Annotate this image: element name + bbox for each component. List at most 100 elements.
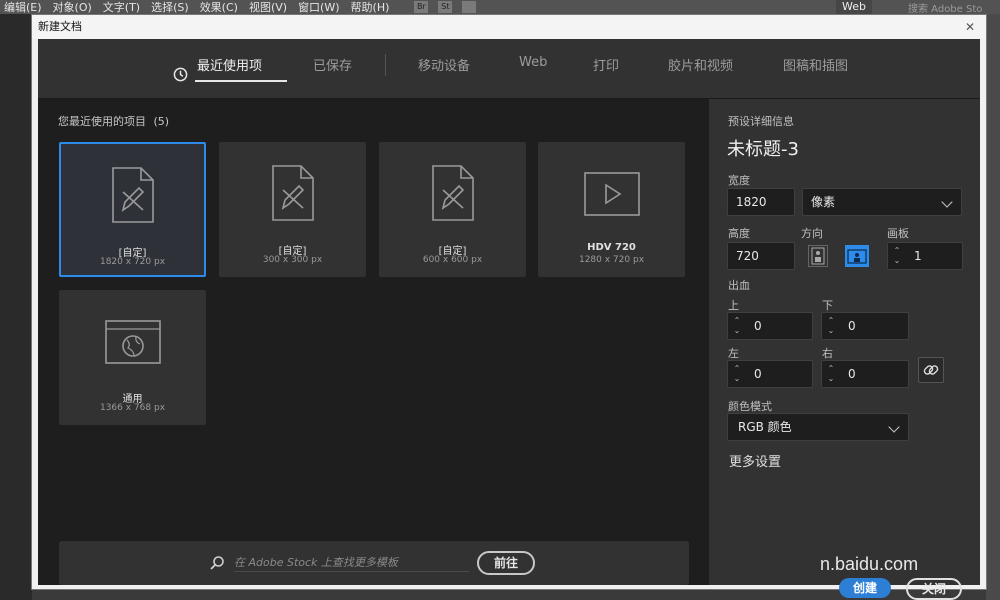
document-pencil-icon [271,165,314,221]
stock-search-input-field[interactable]: 在 Adobe Stock 上查找更多模板 [234,554,469,572]
document-pencil-icon [111,167,154,223]
preset-card[interactable]: 通用 1366 x 768 px [59,290,206,425]
recent-items-count: (5) [153,115,170,128]
tab-film-video[interactable]: 胶片和视频 [668,55,733,74]
menu-view[interactable]: 视图(V) [245,0,294,15]
portrait-person-icon [811,247,825,265]
preset-card[interactable]: [自定] 300 x 300 px [219,142,366,277]
menu-select[interactable]: 选择(S) [147,0,196,15]
active-tab-underline [195,80,287,82]
color-mode-label: 颜色模式 [728,400,772,413]
artboards-stepper[interactable]: ⌃ ⌄ 1 [887,242,963,270]
bleed-bottom-stepper[interactable]: ⌃ ⌄ 0 [821,312,909,340]
artboards-label: 画板 [887,227,909,240]
menu-object[interactable]: 对象(O) [49,0,99,15]
stock-icon[interactable]: St [438,1,453,13]
stepper-arrows-icon[interactable]: ⌃ ⌄ [732,316,742,336]
recent-items-title: 您最近使用的项目 (5) [58,113,169,129]
bleed-right-label: 右 [822,347,833,360]
preset-details-heading: 预设详细信息 [728,115,794,128]
stock-template-search-bar: 在 Adobe Stock 上查找更多模板 前往 [59,541,689,585]
dialog-title: 新建文档 [38,20,82,33]
document-name-input[interactable]: 未标题-3 [727,135,799,161]
tab-web[interactable]: Web [519,55,547,70]
artboards-value: 1 [914,249,922,263]
tab-recent[interactable]: 最近使用项 [195,55,287,82]
app-workspace-right [986,14,1000,600]
watermark-text: n.baidu.com [820,554,919,574]
tab-recent-label: 最近使用项 [197,59,263,74]
unit-select[interactable]: 像素 [802,188,962,216]
width-field[interactable]: 1820 [727,188,795,216]
height-label: 高度 [728,227,750,240]
bleed-top-stepper[interactable]: ⌃ ⌄ 0 [727,312,813,340]
search-icon [210,556,224,570]
bridge-icon[interactable]: Br [414,1,429,13]
preset-card-size: 1820 x 720 px [99,257,166,267]
video-play-icon [583,172,640,216]
tab-mobile[interactable]: 移动设备 [418,55,470,74]
tab-saved[interactable]: 已保存 [313,55,352,74]
menu-edit[interactable]: 编辑(E) [0,0,49,15]
landscape-orientation-button[interactable] [845,245,869,267]
link-chain-icon [923,365,939,375]
unit-select-value: 像素 [811,195,836,209]
dialog-body: 最近使用项 已保存 移动设备 Web 打印 胶片和视频 图稿和插图 您最近使用的… [38,39,980,600]
portrait-orientation-button[interactable] [808,245,828,267]
preset-card-size: 600 x 600 px [422,255,483,265]
document-pencil-icon [431,165,474,221]
tab-divider [385,54,386,76]
height-field[interactable]: 720 [727,242,795,270]
stepper-arrows-icon[interactable]: ⌃ ⌄ [826,316,836,336]
orientation-label: 方向 [801,227,823,240]
chevron-down-icon [888,421,900,433]
close-button[interactable]: 关闭 [906,578,962,600]
preset-card-size: 300 x 300 px [262,255,323,265]
tab-art-illustration[interactable]: 图稿和插图 [783,55,848,74]
clock-icon [173,67,188,82]
menu-window[interactable]: 窗口(W) [294,0,346,15]
arrange-documents-icon[interactable] [462,1,477,13]
bleed-left-value: 0 [754,367,762,381]
more-settings-button[interactable]: 更多设置 [729,451,781,470]
go-button[interactable]: 前往 [477,551,535,575]
stepper-arrows-icon[interactable]: ⌃ ⌄ [892,246,902,266]
stepper-arrows-icon[interactable]: ⌃ ⌄ [826,364,836,384]
bleed-left-stepper[interactable]: ⌃ ⌄ 0 [727,360,813,388]
menu-help[interactable]: 帮助(H) [347,0,397,15]
preset-card-name: HDV 720 [587,242,636,253]
new-document-dialog: 新建文档 ✕ 最近使用项 已保存 移动设备 Web 打印 胶片和视频 图稿和插图… [31,14,987,600]
bleed-label: 出血 [728,279,750,292]
stock-search-input[interactable]: 搜索 Adobe Sto [900,0,1000,14]
bleed-right-stepper[interactable]: ⌃ ⌄ 0 [821,360,909,388]
menu-effect[interactable]: 效果(C) [196,0,245,15]
app-menubar: 编辑(E) 对象(O) 文字(T) 选择(S) 效果(C) 视图(V) 窗口(W… [0,0,1000,14]
menu-type[interactable]: 文字(T) [99,0,147,15]
tab-print[interactable]: 打印 [593,55,619,74]
color-mode-value: RGB 颜色 [738,420,792,434]
create-button[interactable]: 创建 [839,578,891,598]
recent-items-heading: 您最近使用的项目 [58,115,146,128]
preset-card[interactable]: HDV 720 1280 x 720 px [538,142,685,277]
preset-card-size: 1280 x 720 px [578,255,645,265]
workspace-switcher[interactable]: Web [836,0,872,14]
color-mode-select[interactable]: RGB 颜色 [727,413,909,441]
link-bleed-button[interactable] [918,357,944,383]
preset-details-panel: 预设详细信息 未标题-3 宽度 1820 像素 高度 方向 画板 720 ⌃ ⌄… [709,99,980,600]
bleed-top-label: 上 [728,299,739,312]
landscape-person-icon [847,249,867,264]
bleed-bottom-value: 0 [848,319,856,333]
bleed-left-label: 左 [728,347,739,360]
width-label: 宽度 [728,174,750,187]
app-workspace-left [0,14,32,600]
bleed-bottom-label: 下 [822,299,833,312]
bleed-top-value: 0 [754,319,762,333]
stepper-arrows-icon[interactable]: ⌃ ⌄ [732,364,742,384]
preset-card[interactable]: [自定] 600 x 600 px [379,142,526,277]
web-globe-icon [104,320,161,364]
preset-card-size: 1366 x 768 px [99,403,166,413]
preset-tabs: 最近使用项 已保存 移动设备 Web 打印 胶片和视频 图稿和插图 [38,39,980,99]
close-icon[interactable]: ✕ [962,19,978,35]
preset-card[interactable]: [自定] 1820 x 720 px [59,142,206,277]
chevron-down-icon [941,196,953,208]
